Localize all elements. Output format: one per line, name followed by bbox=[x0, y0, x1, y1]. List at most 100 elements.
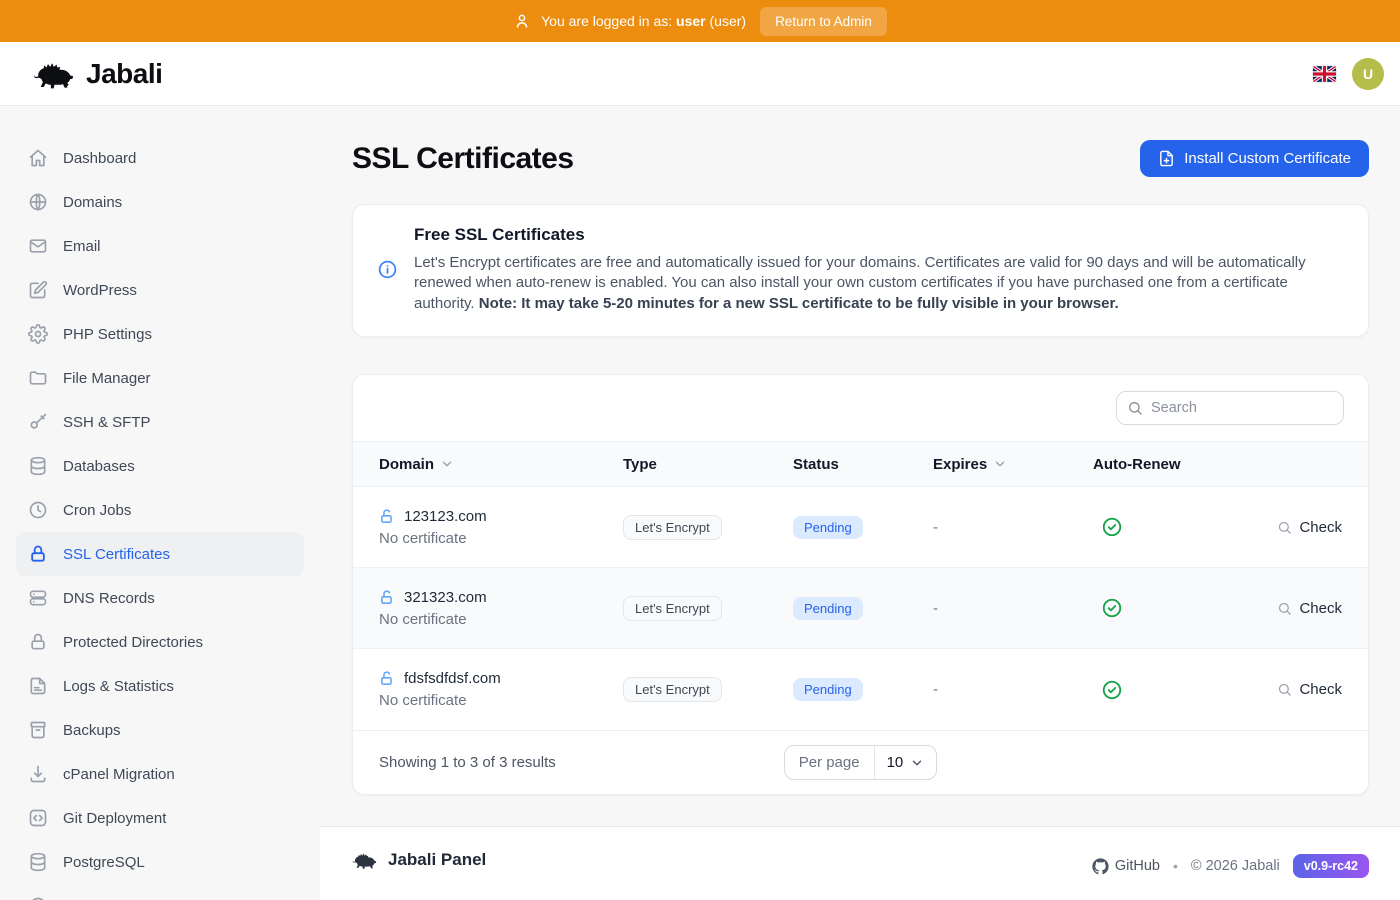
table-row: 321323.com No certificate Let's Encrypt … bbox=[353, 568, 1368, 649]
sidebar-item-label: Email bbox=[63, 238, 101, 255]
magnifier-icon bbox=[1277, 601, 1292, 616]
return-to-admin-button[interactable]: Return to Admin bbox=[760, 7, 887, 36]
column-header-type: Type bbox=[623, 456, 793, 473]
magnifier-icon bbox=[1277, 682, 1292, 697]
install-custom-certificate-button[interactable]: Install Custom Certificate bbox=[1140, 140, 1369, 177]
auto-renew-enabled-icon[interactable] bbox=[1101, 516, 1232, 538]
boar-logo-icon bbox=[350, 849, 378, 871]
code-icon bbox=[28, 808, 48, 828]
certificate-status-text: No certificate bbox=[379, 611, 623, 628]
archive-icon bbox=[28, 720, 48, 740]
sidebar-item-dns-records[interactable]: DNS Records bbox=[16, 576, 304, 620]
language-flag-icon[interactable] bbox=[1313, 66, 1336, 82]
status-badge: Pending bbox=[793, 678, 863, 701]
sidebar-item-domains[interactable]: Domains bbox=[16, 180, 304, 224]
sidebar-item-label: Domains bbox=[63, 194, 122, 211]
server-icon bbox=[28, 588, 48, 608]
sidebar-item-backups[interactable]: Backups bbox=[16, 708, 304, 752]
impersonation-bar: You are logged in as: user (user) Return… bbox=[0, 0, 1400, 42]
info-icon bbox=[377, 259, 398, 280]
mail-icon bbox=[28, 236, 48, 256]
sidebar-item-label: WordPress bbox=[63, 282, 137, 299]
sidebar-item-label: Logs & Statistics bbox=[63, 678, 174, 695]
column-header-status: Status bbox=[793, 456, 933, 473]
sidebar-item-file-manager[interactable]: File Manager bbox=[16, 356, 304, 400]
logged-in-text: You are logged in as: bbox=[541, 13, 672, 29]
free-ssl-info-box: Free SSL Certificates Let's Encrypt cert… bbox=[352, 204, 1369, 337]
sidebar-item-email[interactable]: Email bbox=[16, 224, 304, 268]
per-page-select[interactable]: Per page 10 bbox=[784, 745, 938, 780]
sidebar-item-label: Protected Directories bbox=[63, 634, 203, 651]
home-icon bbox=[28, 148, 48, 168]
folder-icon bbox=[28, 368, 48, 388]
check-action-button[interactable]: Check bbox=[1277, 681, 1342, 698]
sidebar-item-label: DNS Records bbox=[63, 590, 155, 607]
clock-icon bbox=[28, 500, 48, 520]
info-box-note: Note: It may take 5-20 minutes for a new… bbox=[479, 295, 1119, 312]
sidebar-item-partial[interactable] bbox=[16, 884, 304, 900]
unlock-icon bbox=[379, 508, 396, 525]
expires-value: - bbox=[933, 681, 1093, 698]
avatar[interactable]: U bbox=[1352, 58, 1384, 90]
download-icon bbox=[28, 764, 48, 784]
file-text-icon bbox=[28, 676, 48, 696]
check-action-button[interactable]: Check bbox=[1277, 600, 1342, 617]
type-badge: Let's Encrypt bbox=[623, 677, 722, 702]
search-input[interactable] bbox=[1116, 391, 1344, 425]
sidebar-item-cron-jobs[interactable]: Cron Jobs bbox=[16, 488, 304, 532]
brand-name: Jabali bbox=[86, 58, 162, 90]
info-box-title: Free SSL Certificates bbox=[414, 225, 1330, 245]
sidebar-item-label: Databases bbox=[63, 458, 135, 475]
sidebar-item-ssh-sftp[interactable]: SSH & SFTP bbox=[16, 400, 304, 444]
file-plus-icon bbox=[1158, 150, 1175, 167]
unlock-icon bbox=[379, 589, 396, 606]
install-button-label: Install Custom Certificate bbox=[1184, 150, 1351, 167]
brand[interactable]: Jabali bbox=[30, 56, 162, 92]
sidebar-item-label: cPanel Migration bbox=[63, 766, 175, 783]
unlock-icon bbox=[379, 670, 396, 687]
auto-renew-enabled-icon[interactable] bbox=[1101, 597, 1232, 619]
page-footer: Jabali Panel GitHub • © 2026 Jabali v0.9… bbox=[320, 826, 1400, 900]
github-link[interactable]: GitHub bbox=[1092, 858, 1160, 875]
type-badge: Let's Encrypt bbox=[623, 515, 722, 540]
sidebar-item-label: Git Deployment bbox=[63, 810, 166, 827]
column-header-expires[interactable]: Expires bbox=[933, 456, 1093, 473]
sidebar-item-dashboard[interactable]: Dashboard bbox=[16, 136, 304, 180]
column-header-domain[interactable]: Domain bbox=[379, 456, 623, 473]
expires-value: - bbox=[933, 600, 1093, 617]
expires-value: - bbox=[933, 519, 1093, 536]
edit-icon bbox=[28, 280, 48, 300]
version-badge[interactable]: v0.9-rc42 bbox=[1293, 854, 1369, 878]
check-action-button[interactable]: Check bbox=[1277, 519, 1342, 536]
type-badge: Let's Encrypt bbox=[623, 596, 722, 621]
database-icon bbox=[28, 456, 48, 476]
sidebar-item-protected-directories[interactable]: Protected Directories bbox=[16, 620, 304, 664]
domain-name[interactable]: 321323.com bbox=[404, 589, 487, 606]
sidebar: Dashboard Domains Email WordPress PHP Se… bbox=[0, 106, 320, 900]
sidebar-item-label: Cron Jobs bbox=[63, 502, 131, 519]
sidebar-item-cpanel-migration[interactable]: cPanel Migration bbox=[16, 752, 304, 796]
auto-renew-enabled-icon[interactable] bbox=[1101, 679, 1232, 701]
key-icon bbox=[28, 412, 48, 432]
chevron-down-icon bbox=[440, 457, 454, 471]
sidebar-item-postgresql[interactable]: PostgreSQL bbox=[16, 840, 304, 884]
logged-in-role: (user) bbox=[710, 13, 747, 29]
sidebar-item-logs-statistics[interactable]: Logs & Statistics bbox=[16, 664, 304, 708]
app-header: Jabali U bbox=[0, 42, 1400, 106]
sidebar-item-wordpress[interactable]: WordPress bbox=[16, 268, 304, 312]
sidebar-item-databases[interactable]: Databases bbox=[16, 444, 304, 488]
sidebar-item-php-settings[interactable]: PHP Settings bbox=[16, 312, 304, 356]
table-header-row: Domain Type Status Expires Auto-Renew bbox=[353, 441, 1368, 487]
sidebar-item-ssl-certificates[interactable]: SSL Certificates bbox=[16, 532, 304, 576]
domain-name[interactable]: 123123.com bbox=[404, 508, 487, 525]
impersonation-message: You are logged in as: user (user) bbox=[513, 12, 746, 30]
database-icon bbox=[28, 852, 48, 872]
gear-icon bbox=[28, 324, 48, 344]
chevron-down-icon bbox=[910, 756, 924, 770]
per-page-label: Per page bbox=[785, 746, 875, 779]
user-icon bbox=[513, 12, 531, 30]
page-title: SSL Certificates bbox=[352, 142, 574, 176]
domain-name[interactable]: fdsfsdfdsf.com bbox=[404, 670, 501, 687]
certificate-status-text: No certificate bbox=[379, 692, 623, 709]
sidebar-item-git-deployment[interactable]: Git Deployment bbox=[16, 796, 304, 840]
